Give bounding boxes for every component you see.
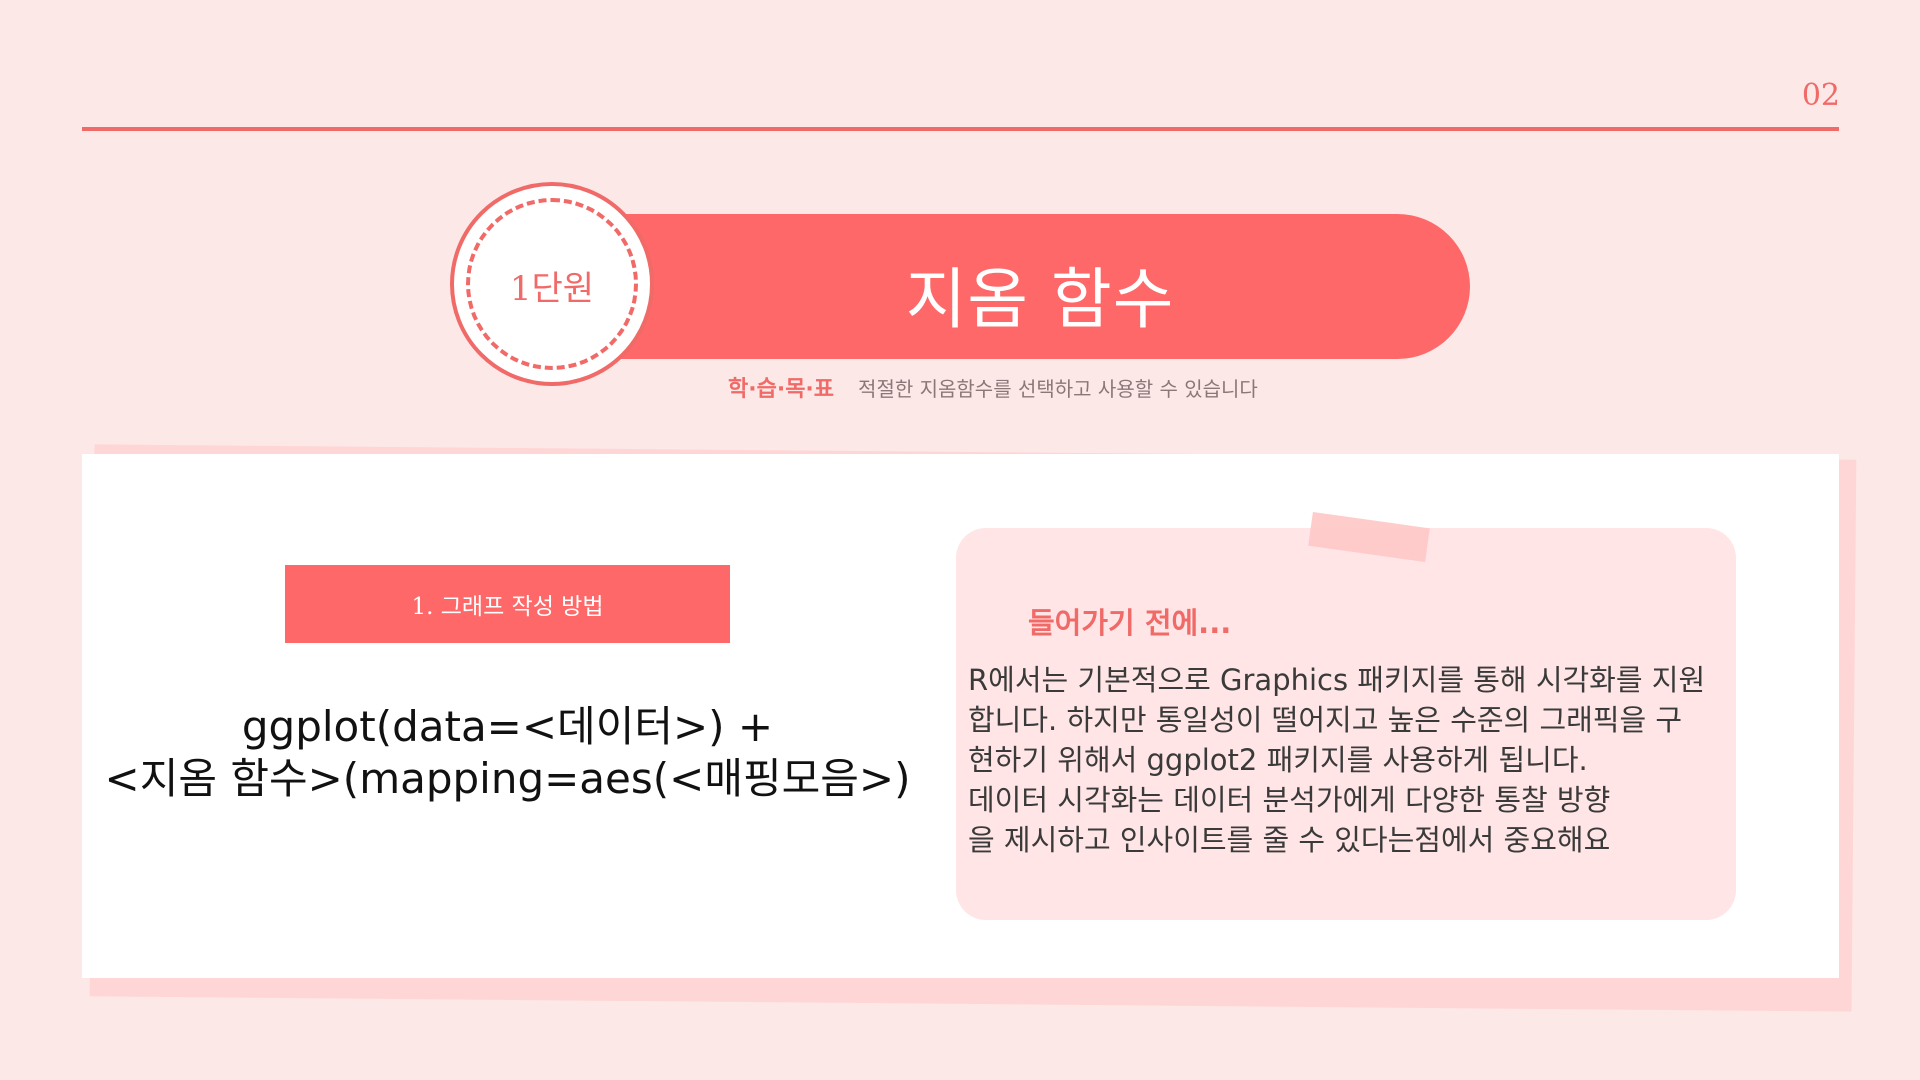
note-line: 현하기 위해서 ggplot2 패키지를 사용하게 됩니다. [968, 743, 1588, 777]
section-header: 1. 그래프 작성 방법 [285, 565, 730, 643]
page-number: 02 [1801, 78, 1840, 113]
unit-badge: 1단원 [450, 182, 654, 386]
note-line: 데이터 시각화는 데이터 분석가에게 다양한 통찰 방향 [968, 783, 1611, 817]
objective-label: 학·습·목·표 [728, 377, 835, 402]
section-header-label: 1. 그래프 작성 방법 [411, 594, 604, 620]
top-divider [82, 127, 1839, 131]
code-line-2: <지옴 함수>(mapping=aes(<매핑모음>) [104, 754, 911, 803]
page-title: 지옴 함수 [905, 261, 1175, 338]
note-line: 을 제시하고 인사이트를 줄 수 있다는점에서 중요해요 [968, 823, 1611, 857]
objective-text: 적절한 지옴함수를 선택하고 사용할 수 있습니다 [858, 376, 1258, 401]
unit-label: 1단원 [509, 269, 595, 309]
note-line: 합니다. 하지만 통일성이 떨어지고 높은 수준의 그래픽을 구 [968, 703, 1683, 737]
note-title: 들어가기 전에... [1028, 606, 1232, 640]
learning-objective: 학·습·목·표 적절한 지옴함수를 선택하고 사용할 수 있습니다 [728, 372, 1258, 403]
note-line: R에서는 기본적으로 Graphics 패키지를 통해 시각화를 지원 [968, 663, 1706, 697]
